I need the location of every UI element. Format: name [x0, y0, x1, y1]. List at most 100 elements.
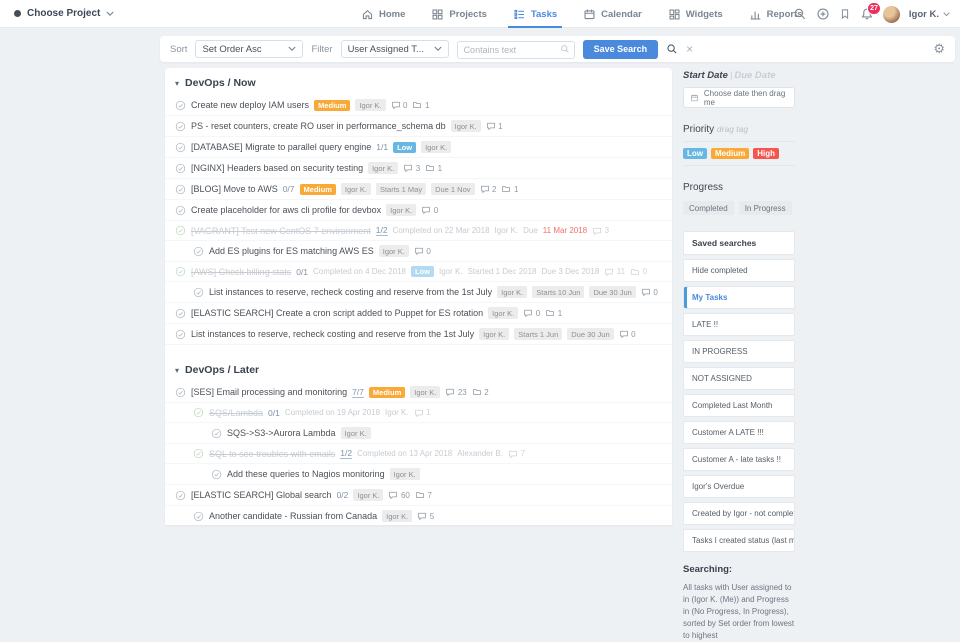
priority-drag-tag[interactable]: High — [753, 148, 780, 159]
files-count[interactable]: 0 — [630, 267, 647, 277]
task-row[interactable]: [ELASTIC SEARCH] Global search 0/2 Igor K.… — [165, 485, 672, 506]
task-check-icon[interactable] — [193, 511, 204, 522]
task-check-icon[interactable] — [193, 407, 204, 418]
task-title[interactable]: Add ES plugins for ES matching AWS ES — [209, 246, 374, 256]
bookmarks-button[interactable] — [839, 7, 851, 21]
task-title[interactable]: Another candidate - Russian from Canada — [209, 511, 377, 521]
filter-select[interactable]: User Assigned T... — [340, 40, 449, 58]
files-count[interactable]: 1 — [501, 184, 518, 194]
priority-drag-tag[interactable]: Low — [683, 148, 707, 159]
project-selector[interactable]: Choose Project — [0, 0, 128, 27]
section-header[interactable]: ▾ DevOps / Later — [165, 355, 672, 382]
task-check-icon[interactable] — [211, 428, 222, 439]
task-row[interactable]: [AWS] Check billing stats 0/1 Completed on… — [165, 262, 672, 282]
clear-search-button[interactable]: × — [686, 43, 693, 55]
search-button[interactable] — [793, 7, 807, 21]
task-row[interactable]: List instances to reserve, recheck costi… — [165, 324, 672, 345]
comments-count[interactable]: 7 — [508, 449, 525, 459]
task-check-icon[interactable] — [175, 205, 186, 216]
contains-text-input[interactable] — [456, 41, 575, 59]
progress-filter-tag[interactable]: In Progress — [738, 201, 792, 215]
task-row[interactable]: [NGINX] Headers based on security testin… — [165, 158, 672, 179]
progress-filter-tag[interactable]: Completed — [683, 201, 734, 215]
task-title[interactable]: List instances to reserve, recheck costi… — [209, 287, 492, 297]
saved-search-item[interactable]: NOT ASSIGNED — [683, 367, 795, 390]
task-check-icon[interactable] — [175, 490, 186, 501]
task-row[interactable]: Create placeholder for aws cli profile f… — [165, 200, 672, 221]
task-title[interactable]: PS - reset counters, create RO user in p… — [191, 121, 446, 131]
files-count[interactable]: 2 — [472, 387, 489, 397]
nav-tab-projects[interactable]: Projects — [422, 0, 496, 28]
sort-select[interactable]: Set Order Asc — [195, 40, 304, 58]
task-check-icon[interactable] — [193, 287, 204, 298]
task-title[interactable]: [BLOG] Move to AWS — [191, 184, 278, 194]
task-check-icon[interactable] — [175, 163, 186, 174]
task-check-icon[interactable] — [175, 329, 186, 340]
comments-count[interactable]: 2 — [480, 184, 496, 194]
task-row[interactable]: [DATABASE] Migrate to parallel query eng… — [165, 137, 672, 158]
section-header[interactable]: ▾ DevOps / Now — [165, 68, 672, 95]
task-check-icon[interactable] — [175, 100, 186, 111]
task-title[interactable]: [ELASTIC SEARCH] Create a cron script ad… — [191, 308, 483, 318]
saved-search-item[interactable]: Customer A - late tasks !! — [683, 448, 795, 471]
task-title[interactable]: [VAGRANT] Test new CentOS 7 environment — [191, 226, 371, 236]
files-count[interactable]: 1 — [425, 163, 442, 173]
comments-count[interactable]: 3 — [592, 226, 609, 236]
saved-search-item[interactable]: My Tasks — [683, 286, 795, 309]
task-title[interactable]: SQL to see troubles with emails — [209, 449, 335, 459]
task-row[interactable]: [SES] Email processing and monitoring 7/7… — [165, 382, 672, 403]
comments-count[interactable]: 3 — [403, 163, 420, 173]
saved-search-item[interactable]: Tasks I created status (last month) — [683, 529, 795, 552]
files-count[interactable]: 1 — [545, 308, 562, 318]
task-row[interactable]: [VAGRANT] Test new CentOS 7 environment 1… — [165, 221, 672, 241]
saved-search-item[interactable]: Completed Last Month — [683, 394, 795, 417]
saved-search-item[interactable]: Created by Igor - not completed — [683, 502, 795, 525]
task-title[interactable]: [SES] Email processing and monitoring — [191, 387, 347, 397]
comments-count[interactable]: 0 — [619, 329, 636, 339]
user-menu[interactable]: Igor K. — [909, 9, 950, 20]
task-title[interactable]: [AWS] Check billing stats — [191, 267, 291, 277]
task-row[interactable]: [BLOG] Move to AWS 0/7 Medium Igor K. Starts… — [165, 179, 672, 200]
task-row[interactable]: PS - reset counters, create RO user in p… — [165, 116, 672, 137]
files-count[interactable]: 7 — [415, 490, 432, 500]
comments-count[interactable]: 60 — [388, 490, 410, 500]
task-check-icon[interactable] — [175, 308, 186, 319]
task-row[interactable]: Add these queries to Nagios monitoring Ig… — [165, 464, 672, 485]
task-row[interactable]: List instances to reserve, recheck costi… — [165, 282, 672, 303]
saved-search-item[interactable]: IN PROGRESS — [683, 340, 795, 363]
add-button[interactable] — [816, 7, 830, 21]
due-date-label[interactable]: Due Date — [734, 70, 775, 81]
settings-gear-button[interactable]: ⚙ — [933, 41, 945, 57]
comments-count[interactable]: 23 — [445, 387, 467, 397]
start-date-label[interactable]: Start Date — [683, 70, 728, 81]
save-search-button[interactable]: Save Search — [582, 39, 659, 59]
task-title[interactable]: SQS/Lambda — [209, 408, 263, 418]
nav-tab-widgets[interactable]: Widgets — [659, 0, 732, 28]
task-row[interactable]: [ELASTIC SEARCH] Create a cron script ad… — [165, 303, 672, 324]
task-check-icon[interactable] — [175, 121, 186, 132]
nav-tab-calendar[interactable]: Calendar — [574, 0, 651, 28]
task-check-icon[interactable] — [175, 387, 186, 398]
saved-search-item[interactable]: Igor's Overdue — [683, 475, 795, 498]
task-check-icon[interactable] — [175, 184, 186, 195]
task-title[interactable]: [NGINX] Headers based on security testin… — [191, 163, 363, 173]
task-title[interactable]: SQS->S3->Aurora Lambda — [227, 428, 336, 438]
nav-tab-tasks[interactable]: Tasks — [504, 0, 566, 28]
user-avatar[interactable] — [882, 5, 900, 23]
task-check-icon[interactable] — [175, 225, 186, 236]
saved-search-item[interactable]: LATE !! — [683, 313, 795, 336]
comments-count[interactable]: 0 — [391, 100, 407, 110]
date-drag-widget[interactable]: Choose date then drag me — [683, 87, 795, 108]
task-check-icon[interactable] — [193, 448, 204, 459]
collapse-caret-icon[interactable]: ▾ — [175, 79, 179, 88]
task-title[interactable]: Create new deploy IAM users — [191, 100, 309, 110]
nav-tab-home[interactable]: Home — [352, 0, 414, 28]
collapse-caret-icon[interactable]: ▾ — [175, 366, 179, 375]
run-search-button[interactable] — [666, 43, 678, 55]
task-title[interactable]: Add these queries to Nagios monitoring — [227, 469, 385, 479]
priority-drag-tag[interactable]: Medium — [711, 148, 750, 159]
task-row[interactable]: Create new deploy IAM users Medium Igor K.… — [165, 95, 672, 116]
comments-count[interactable]: 0 — [641, 287, 658, 297]
comments-count[interactable]: 5 — [417, 511, 434, 521]
task-row[interactable]: SQS->S3->Aurora Lambda Igor K. — [165, 423, 672, 444]
